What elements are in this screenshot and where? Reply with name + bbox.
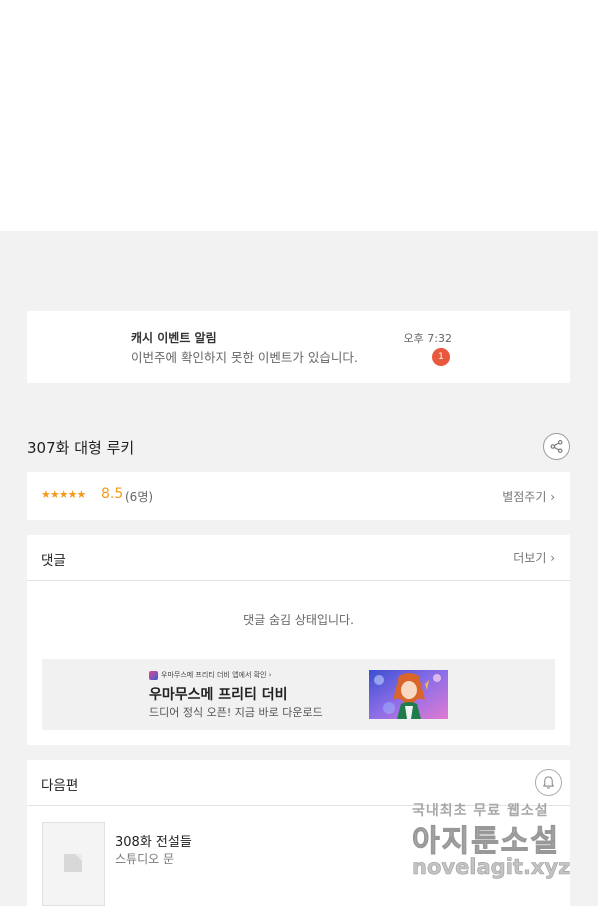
ad-title: 우마무스메 프리티 더비 (149, 687, 288, 703)
ad-description: 드디어 정식 오픈! 지금 바로 다운로드 (149, 706, 323, 719)
share-icon (550, 440, 563, 453)
share-button[interactable] (543, 433, 570, 460)
notification-title: 캐시 이벤트 알림 (131, 331, 217, 345)
comments-title: 댓글 (41, 553, 66, 569)
watermark: 국내최초 무료 웹소설 아지툰소설 novelagit.xyz (412, 800, 582, 890)
image-placeholder-icon (64, 854, 82, 872)
rating-stars: ★★★★★ (41, 488, 86, 501)
notification-time: 오후 7:32 (403, 332, 452, 345)
episode-title: 307화 대형 루키 (27, 439, 135, 457)
notification-body: 이번주에 확인하지 못한 이벤트가 있습니다. (131, 350, 358, 365)
content-area-top (0, 0, 598, 231)
ad-app-logo-icon (149, 670, 158, 680)
next-episode-thumbnail[interactable] (42, 822, 105, 906)
rating-score: 8.5 (101, 486, 124, 502)
comments-more-button[interactable]: 더보기 › (513, 549, 555, 566)
next-episode-author: 스튜디오 문 (115, 852, 175, 866)
comments-header: 댓글 더보기 › (27, 535, 570, 581)
ad-banner[interactable]: 우마무스메 프리티 더비 앱에서 확인 › 우마무스메 프리티 더비 드디어 정… (42, 659, 555, 730)
next-episode-title[interactable]: 308화 전설들 (115, 831, 192, 850)
bell-icon (543, 776, 554, 789)
notification-badge: 1 (432, 348, 450, 366)
rate-button[interactable]: 별점주기 › (502, 488, 555, 505)
notify-button[interactable] (535, 769, 562, 796)
ad-thumbnail-image (369, 670, 448, 719)
ad-source-label: 우마무스메 프리티 더비 앱에서 확인 › (161, 671, 272, 679)
watermark-line3: novelagit.xyz (412, 855, 571, 880)
watermark-line2: 아지툰소설 (412, 824, 560, 860)
rating-count: (6명) (125, 490, 154, 504)
ad-source: 우마무스메 프리티 더비 앱에서 확인 › (149, 670, 272, 680)
comments-card: 댓글 더보기 › 댓글 숨김 상태입니다. 우마무스메 프리티 더비 앱에서 확… (27, 535, 570, 745)
next-episode-section-title: 다음편 (41, 778, 79, 794)
notification-card[interactable]: 캐시 이벤트 알림 이번주에 확인하지 못한 이벤트가 있습니다. 오후 7:3… (27, 311, 570, 383)
rating-card: ★★★★★ 8.5 (6명) 별점주기 › (27, 472, 570, 520)
comments-hidden-message: 댓글 숨김 상태입니다. (243, 613, 354, 627)
